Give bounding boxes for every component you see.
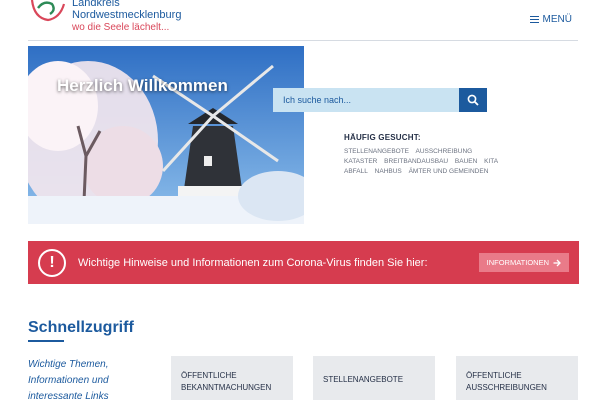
windmill-illustration	[28, 46, 304, 224]
logo-tagline: wo die Seele lächelt...	[72, 22, 170, 33]
often-link[interactable]: ÄMTER UND GEMEINDEN	[409, 168, 489, 175]
quick-access-title: Schnellzugriff	[28, 319, 134, 336]
quick-access-description: Wichtige Themen, Informationen und inter…	[28, 359, 109, 400]
often-link[interactable]: NAHBUS	[375, 168, 402, 175]
search-input[interactable]	[273, 88, 459, 112]
often-link[interactable]: BREITBANDAUSBAU	[384, 158, 448, 165]
quick-access-underline	[28, 340, 64, 342]
corona-banner: ! Wichtige Hinweise und Informationen zu…	[28, 241, 579, 284]
search-bar	[273, 88, 487, 112]
logo-emblem-icon	[30, 0, 66, 22]
search-icon	[467, 94, 479, 106]
menu-button[interactable]: MENÜ	[529, 14, 572, 25]
logo-line-1: Landkreis	[72, 0, 120, 9]
header-divider	[28, 40, 578, 41]
corona-info-label: INFORMATIONEN	[486, 258, 549, 267]
hamburger-icon	[529, 15, 539, 24]
hero-image: Herzlich Willkommen	[28, 46, 304, 224]
often-link[interactable]: KITA	[484, 158, 498, 165]
quick-tile-bekanntmachungen[interactable]: ÖFFENTLICHE BEKANNTMACHUNGEN	[171, 356, 293, 400]
often-link[interactable]: AUSSCHREIBUNG	[415, 148, 472, 155]
quick-tile-stellenangebote[interactable]: STELLENANGEBOTE	[313, 356, 435, 400]
often-link[interactable]: STELLENANGEBOTE	[344, 148, 409, 155]
logo-line-2: Nordwestmecklenburg	[72, 9, 182, 21]
warning-icon: !	[38, 248, 66, 277]
search-button[interactable]	[459, 88, 487, 112]
quick-tile-ausschreibungen[interactable]: ÖFFENTLICHE AUSSCHREIBUNGEN	[456, 356, 578, 400]
site-logo[interactable]: Landkreis Nordwestmecklenburg wo die See…	[28, 0, 228, 36]
often-searched-links: STELLENANGEBOTE AUSSCHREIBUNG KATASTER B…	[344, 147, 504, 177]
arrow-right-icon	[553, 259, 561, 266]
often-searched-title: HÄUFIG GESUCHT:	[344, 133, 421, 142]
often-link[interactable]: BAUEN	[455, 158, 477, 165]
corona-text: Wichtige Hinweise und Informationen zum …	[78, 256, 428, 269]
often-link[interactable]: ABFALL	[344, 168, 368, 175]
menu-label: MENÜ	[542, 14, 572, 25]
corona-info-button[interactable]: INFORMATIONEN	[478, 253, 569, 272]
hero-title: Herzlich Willkommen	[57, 76, 228, 95]
often-link[interactable]: KATASTER	[344, 158, 377, 165]
